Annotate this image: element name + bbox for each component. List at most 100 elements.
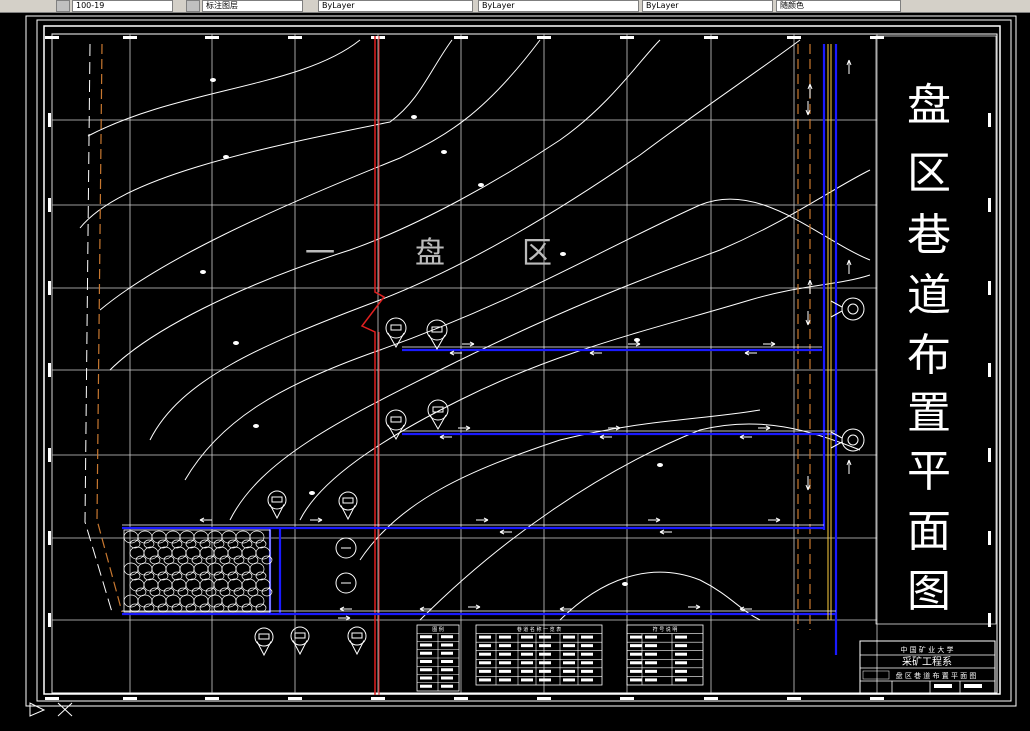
table-cell-text (521, 635, 533, 639)
title-char: 区 (907, 148, 951, 199)
equipment-pin (340, 505, 356, 521)
table-cell-text (479, 678, 491, 682)
flow-arrow (310, 517, 323, 523)
grid-tick (48, 448, 51, 462)
table-cell-text (499, 635, 511, 639)
flow-arrow (768, 517, 781, 523)
table-cell-text (539, 661, 551, 665)
table-cell-text (521, 652, 533, 656)
flow-arrow (846, 459, 852, 474)
table-cell-text (441, 660, 453, 663)
grid-tick (205, 697, 219, 700)
table-cell-text (563, 644, 575, 648)
title-char: 置 (907, 388, 951, 439)
grid-tick (988, 448, 991, 462)
grid-tick (48, 198, 51, 212)
goaf-area (123, 529, 273, 613)
table-cell-text (479, 669, 491, 673)
flow-arrow (499, 529, 512, 535)
table-cell-text (420, 676, 432, 680)
title-char: 道 (907, 270, 951, 321)
area-label: 一 盘 区 (305, 236, 552, 271)
layer-state-dropdown[interactable]: 标注图层 (202, 0, 303, 12)
table-cell-text (675, 669, 687, 673)
table-cell-text (581, 635, 593, 639)
plotstyle-dropdown[interactable]: 随颜色 (776, 0, 901, 12)
table-cell-text (675, 661, 687, 665)
grid-tick (454, 36, 468, 39)
grid-tick (371, 697, 385, 700)
table-cell-text (539, 652, 551, 656)
color-dropdown[interactable]: ByLayer (318, 0, 473, 12)
equipment-symbols (254, 297, 865, 657)
grid-tick (988, 198, 991, 212)
equipment-glyph (351, 632, 363, 639)
table-cell-text (539, 669, 551, 673)
table-cell-text (581, 678, 593, 682)
area-label-char: 盘 (415, 236, 445, 271)
flow-arrow (449, 350, 462, 356)
table-cell-text (441, 643, 453, 647)
view-dropdown[interactable]: 100-19 (72, 0, 173, 12)
equipment-glyph (390, 324, 402, 331)
grid-tick (787, 697, 801, 700)
table-cell-text (441, 676, 453, 680)
equipment-pin (387, 332, 405, 349)
flow-arrow (468, 604, 481, 610)
grid-tick (988, 613, 991, 627)
drawing-canvas[interactable]: 一 盘 区 盘 区 巷 道 布 置 平 面 图 图 例 巷 道 名 称 一 览 … (0, 12, 1030, 731)
grid-tick (123, 36, 137, 39)
legend-title: 图 例 (432, 626, 444, 633)
table-cell-text (420, 684, 432, 688)
title-block-drawing-name: 盘 区 巷 道 布 置 平 面 图 (896, 671, 977, 680)
table-cell-text (420, 635, 432, 639)
table-cell-text (539, 678, 551, 682)
table-cell-text (563, 635, 575, 639)
linetype-dropdown[interactable]: ByLayer (478, 0, 639, 12)
title-char: 盘 (907, 80, 951, 131)
table-cell-text (630, 644, 642, 648)
grid-tick (704, 697, 718, 700)
fan-symbol (841, 297, 865, 321)
grid-tick (870, 36, 884, 39)
table-cell-text (521, 678, 533, 682)
table-cell-text (563, 678, 575, 682)
table-cell-text (420, 668, 432, 672)
equipment-pin (349, 640, 365, 656)
grid-tick (371, 36, 385, 39)
layer-state-icon[interactable] (186, 0, 200, 12)
roadway-edge-lines (122, 346, 836, 612)
table-cell-text (581, 652, 593, 656)
table-cell-text (420, 643, 432, 647)
grid-tick (988, 281, 991, 295)
table-cell-text (499, 661, 511, 665)
table-cell-text (581, 669, 593, 673)
title-char: 巷 (907, 210, 951, 261)
grid-tick (870, 697, 884, 700)
table-cell-text (581, 661, 593, 665)
flow-arrow (476, 517, 489, 523)
layer-manager-icon[interactable] (56, 0, 70, 12)
ucs-triangle-icon (29, 702, 73, 717)
title-char: 布 (907, 330, 951, 381)
flow-arrow (758, 425, 771, 431)
equipment-pin (269, 504, 285, 520)
table-cell-text (539, 635, 551, 639)
table-cell-text (645, 652, 657, 656)
flow-arrow (589, 350, 602, 356)
flow-arrow (628, 341, 641, 347)
flow-arrow (739, 606, 752, 612)
lineweight-dropdown[interactable]: ByLayer (642, 0, 773, 12)
table-cell-text (479, 652, 491, 656)
grid-tick (48, 281, 51, 295)
grid-tick (537, 36, 551, 39)
table-cell-text (645, 644, 657, 648)
flow-arrow (648, 517, 661, 523)
table-cell-text (499, 644, 511, 648)
table-cell-text (645, 661, 657, 665)
title-char: 面 (907, 506, 951, 557)
table-cell-text (479, 661, 491, 665)
map-border (51, 33, 998, 694)
coordinate-grid (51, 34, 878, 693)
grid-tick (48, 113, 51, 127)
